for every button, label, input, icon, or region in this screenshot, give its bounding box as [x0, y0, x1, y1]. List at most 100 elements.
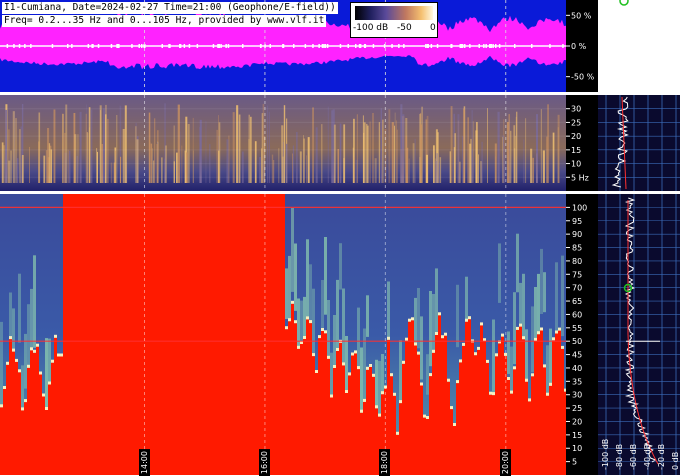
spectrogram-high-saturation — [531, 376, 534, 475]
waveform-spike — [18, 44, 21, 48]
spectrogram-high-edge — [363, 398, 366, 402]
spectrogram-low-streak — [557, 114, 560, 183]
spectrogram-high-saturation — [423, 417, 426, 475]
colorbar-legend: -100 dB -50 0 — [350, 2, 438, 38]
spectrogram-high-tick-label: 65 — [572, 297, 582, 306]
spectrogram-low-streak — [19, 129, 21, 183]
spectrogram-low-streak — [192, 117, 194, 183]
spectrogram-high-edge — [561, 345, 564, 349]
spectrogram-high-edge — [558, 327, 561, 331]
spectrogram-high-saturation — [528, 401, 531, 475]
spectrogram-high-saturation — [300, 344, 303, 475]
spectrogram-high-edge — [30, 347, 33, 351]
spectrogram-high-saturation — [258, 194, 261, 475]
spectrogram-high-saturation — [33, 352, 36, 475]
spectrogram-high-saturation — [348, 375, 351, 475]
spectrogram-high-saturation — [249, 194, 252, 475]
waveform-spike — [312, 44, 314, 48]
mean-spectrum-tick-label: -40 dB — [643, 444, 652, 470]
spectrogram-low-streak — [236, 105, 239, 183]
spectrogram-low-streak — [85, 113, 87, 183]
waveform-spike — [71, 44, 73, 48]
spectrogram-high-saturation — [9, 339, 12, 475]
spectrogram-high-saturation — [276, 194, 279, 475]
waveform-spike — [321, 44, 324, 48]
waveform-spike — [339, 44, 342, 48]
spectrogram-high-saturation — [24, 402, 27, 475]
spectrogram-high-tick-label: 25 — [572, 404, 582, 413]
spectrogram-high-saturation — [123, 194, 126, 475]
spectrogram-high-edge — [330, 394, 333, 398]
spectrogram-high-saturation — [375, 408, 378, 475]
spectrogram-high-saturation — [195, 194, 198, 475]
spectrogram-high-edge — [54, 334, 57, 338]
spectrogram-low-streak — [10, 150, 12, 183]
spectrogram-high-edge — [540, 327, 543, 331]
spectrogram-high-greenband — [381, 354, 384, 397]
spectrogram-high-saturation — [405, 340, 408, 475]
spectrogram-high-saturation — [546, 395, 549, 475]
mean-spectrum-tick-label: -100 dB — [601, 439, 610, 470]
spectrogram-low-streak — [506, 122, 509, 183]
spectrogram-high-edge — [309, 320, 312, 324]
spectrogram-high-saturation — [177, 194, 180, 475]
spectrogram-high-saturation — [240, 194, 243, 475]
spectrogram-high-saturation — [222, 194, 225, 475]
spectrogram-high-saturation — [102, 194, 105, 475]
waveform-spike — [217, 44, 219, 48]
waveform-spike — [324, 44, 327, 48]
spectrogram-low-streak — [177, 104, 180, 183]
spectrogram-high-saturation — [453, 426, 456, 475]
spectrogram-high-edge — [21, 407, 24, 411]
spectrogram-high-tick-label: 90 — [572, 230, 582, 239]
spectrogram-low-streak — [16, 158, 19, 183]
spectrogram-low-streak — [259, 157, 261, 183]
waveform-spike — [183, 44, 186, 48]
spectrogram-low-streak — [267, 105, 268, 183]
spectrogram-low-tick-label: 25 — [571, 118, 581, 127]
spectrogram-high-saturation — [471, 342, 474, 475]
spectrogram-low — [0, 95, 566, 191]
spectrogram-high-tick-label: 100 — [572, 203, 587, 212]
spectrogram-high-saturation — [111, 194, 114, 475]
waveform-spike — [141, 44, 143, 48]
spectrogram-low-streak — [510, 130, 512, 183]
spectrogram-high-greenband — [513, 292, 516, 365]
spectrogram-low-streak — [282, 156, 284, 183]
mean-spectrum-high-redline — [627, 200, 659, 465]
spectrogram-high-edge — [291, 300, 294, 304]
spectrogram-high-saturation — [432, 352, 435, 475]
spectrogram-high-edge — [42, 393, 45, 397]
spectrogram-low-streak — [38, 112, 41, 183]
waveform-spike — [436, 44, 439, 48]
spectrogram-high-saturation — [192, 194, 195, 475]
spectrogram-low-streak — [86, 132, 88, 183]
spectrogram-high-edge — [3, 386, 6, 389]
spectrogram-high-edge — [543, 364, 546, 368]
waveform-spike — [13, 44, 15, 48]
waveform-spike — [87, 44, 90, 48]
waveform-axis-ticks: 50 % 0 % -50 % — [566, 11, 595, 82]
spectrogram-high — [0, 194, 566, 475]
spectrogram-low-streak — [476, 122, 478, 183]
spectrogram-low-streak — [532, 157, 534, 183]
spectrogram-high-edge — [15, 358, 18, 362]
spectrogram-high-saturation — [237, 194, 240, 475]
spectrogram-high-saturation — [159, 194, 162, 475]
mean-spectrum-tick-label: -80 dB — [615, 444, 624, 470]
spectrogram-high-edge — [531, 373, 534, 377]
spectrogram-high-saturation — [135, 194, 138, 475]
waveform-spike — [460, 44, 462, 48]
spectrogram-high-saturation — [48, 384, 51, 475]
waveform-spike — [293, 44, 295, 48]
spectrogram-high-saturation — [153, 194, 156, 475]
spectrogram-high-edge — [507, 377, 510, 380]
spectrogram-high-edge — [525, 378, 528, 382]
spectrogram-low-streak — [540, 109, 542, 183]
spectrogram-high-saturation — [267, 194, 270, 475]
spectrogram-high-saturation — [15, 361, 18, 475]
waveform-spike — [398, 44, 400, 48]
spectrogram-high-edge — [333, 365, 336, 368]
spectrogram-high-saturation — [519, 326, 522, 475]
spectrogram-high-edge — [468, 316, 471, 320]
